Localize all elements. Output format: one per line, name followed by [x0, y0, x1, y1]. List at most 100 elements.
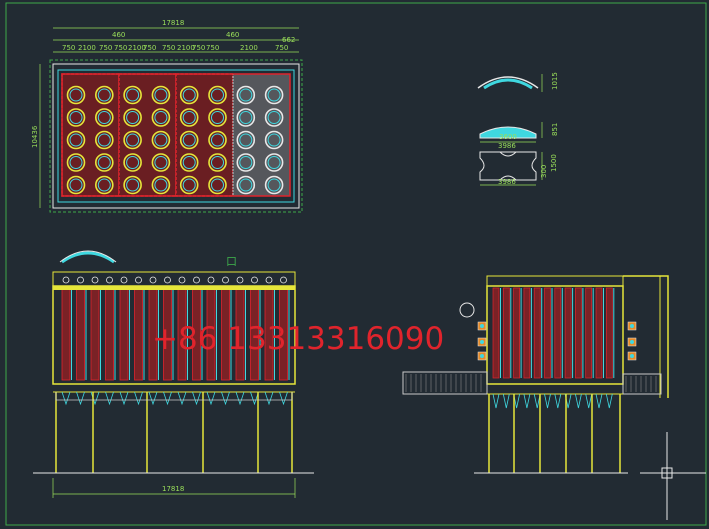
front-support-legs [55, 392, 293, 473]
filter-bag-inner [211, 133, 224, 147]
filter-bag-inner [69, 111, 83, 124]
filter-bag-inner [154, 111, 168, 124]
blow-nozzle [62, 276, 70, 284]
hopper-valve [605, 393, 613, 409]
front-arc [61, 251, 115, 264]
blow-nozzle [135, 276, 142, 284]
valve-head [480, 340, 484, 344]
hopper-valve [119, 391, 129, 406]
filter-bag [564, 287, 572, 379]
blow-nozzle [77, 276, 84, 284]
dim-460-a: 460 [112, 31, 125, 39]
side-support-legs [488, 394, 621, 473]
side-walkway-left [402, 371, 488, 395]
ucs-axis-icon [640, 432, 706, 520]
filter-bag-inner [239, 133, 253, 147]
dim-overall-height: 10436 [31, 125, 39, 148]
cad-drawing-canvas: 17818 460 460 662 750 2100 750 750 2100 750 75… [0, 0, 709, 529]
filter-bag-inner [267, 111, 281, 124]
filter-bag-inner [182, 178, 196, 192]
blow-nozzle [120, 276, 128, 284]
inlet-pipe [459, 302, 475, 318]
valve-head [630, 324, 634, 328]
filter-bag-inner [126, 88, 140, 102]
hopper-valve [554, 393, 562, 409]
hopper-valve [544, 393, 551, 409]
filter-bag [105, 287, 114, 381]
hopper-valve [76, 391, 85, 406]
hopper-valve [134, 391, 143, 406]
hopper-valve [235, 391, 245, 406]
hopper-valve [61, 391, 71, 406]
valve-head [630, 354, 634, 358]
hopper-valve [221, 391, 230, 406]
detail-parts: 1015 851 3600 3986 300 1500 3986 [477, 72, 559, 186]
segment-dimension: 750 [114, 44, 127, 52]
side-roof [486, 275, 624, 287]
filter-bag [523, 287, 531, 379]
side-filter-bags [492, 287, 615, 409]
hopper-valve [502, 393, 510, 409]
valve-head [480, 354, 484, 358]
side-elevation [402, 275, 669, 474]
hopper-valve [279, 391, 288, 406]
hopper-valve [575, 393, 582, 409]
filter-bag [61, 287, 71, 381]
segment-dimension: 750 [143, 44, 156, 52]
dim-460-b: 460 [226, 31, 239, 39]
segment-dimensions: 750 2100 750 750 2100750 750 2100750 750 2100 750 [62, 44, 288, 52]
dim-overall-width: 17818 [162, 19, 184, 27]
hopper-valve [264, 391, 274, 406]
hopper-valve [148, 391, 158, 406]
valve-head [630, 340, 634, 344]
blow-nozzle [106, 276, 113, 284]
dim-block-width: 3986 [498, 178, 516, 186]
hopper-valve [492, 393, 500, 409]
plan-view: 17818 460 460 662 750 2100 750 750 2100750 75… [31, 19, 303, 213]
dim-plate-inner: 3600 [499, 133, 517, 141]
filter-bag-inner [126, 156, 140, 169]
filter-bag-inner [267, 178, 281, 192]
segment-dimension: 750 [99, 44, 112, 52]
filter-bag-inner [154, 88, 168, 102]
filter-bag-inner [182, 133, 196, 147]
filter-bag-inner [154, 178, 168, 192]
filter-bag-inner [126, 133, 140, 147]
hopper-valve [206, 391, 216, 406]
filter-bag-inner [211, 156, 224, 169]
hopper-valve [177, 391, 187, 406]
filter-bag-inner [182, 88, 196, 102]
filter-bag [595, 287, 603, 379]
filter-bag-inner [97, 156, 111, 169]
filter-bag-inner [211, 88, 224, 102]
block-detail-notches [499, 151, 517, 181]
filter-bag-inner [97, 111, 111, 124]
segment-dimension: 750 [192, 44, 205, 52]
filter-bag [544, 287, 551, 379]
dim-plate-outer: 3986 [498, 142, 516, 150]
filter-bag-inner [69, 156, 83, 169]
filter-bag [134, 287, 143, 381]
filter-bag-inner [211, 111, 224, 124]
blow-nozzle [149, 276, 157, 284]
blow-nozzle [91, 276, 99, 284]
filter-bag-inner [182, 111, 196, 124]
blow-nozzle [207, 276, 215, 284]
hopper-valve [523, 393, 531, 409]
hopper-valve [595, 393, 603, 409]
hopper-valve [105, 391, 114, 406]
blow-nozzle [178, 276, 186, 284]
drawing-svg: 17818 460 460 662 750 2100 750 750 2100750 75… [5, 2, 707, 526]
blow-nozzle [193, 276, 200, 284]
segment-dimension: 750 [275, 44, 288, 52]
filter-bag [585, 287, 593, 379]
blow-nozzle [251, 276, 258, 284]
filter-bag-inner [126, 111, 140, 124]
filter-bag-inner [154, 133, 168, 147]
segment-dimension: 2100 [78, 44, 96, 52]
filter-bag-inner [211, 178, 224, 192]
filter-bag-inner [267, 156, 281, 169]
blow-nozzle [222, 276, 229, 284]
filter-bag-inner [239, 156, 253, 169]
filter-bag-inner [69, 133, 83, 147]
